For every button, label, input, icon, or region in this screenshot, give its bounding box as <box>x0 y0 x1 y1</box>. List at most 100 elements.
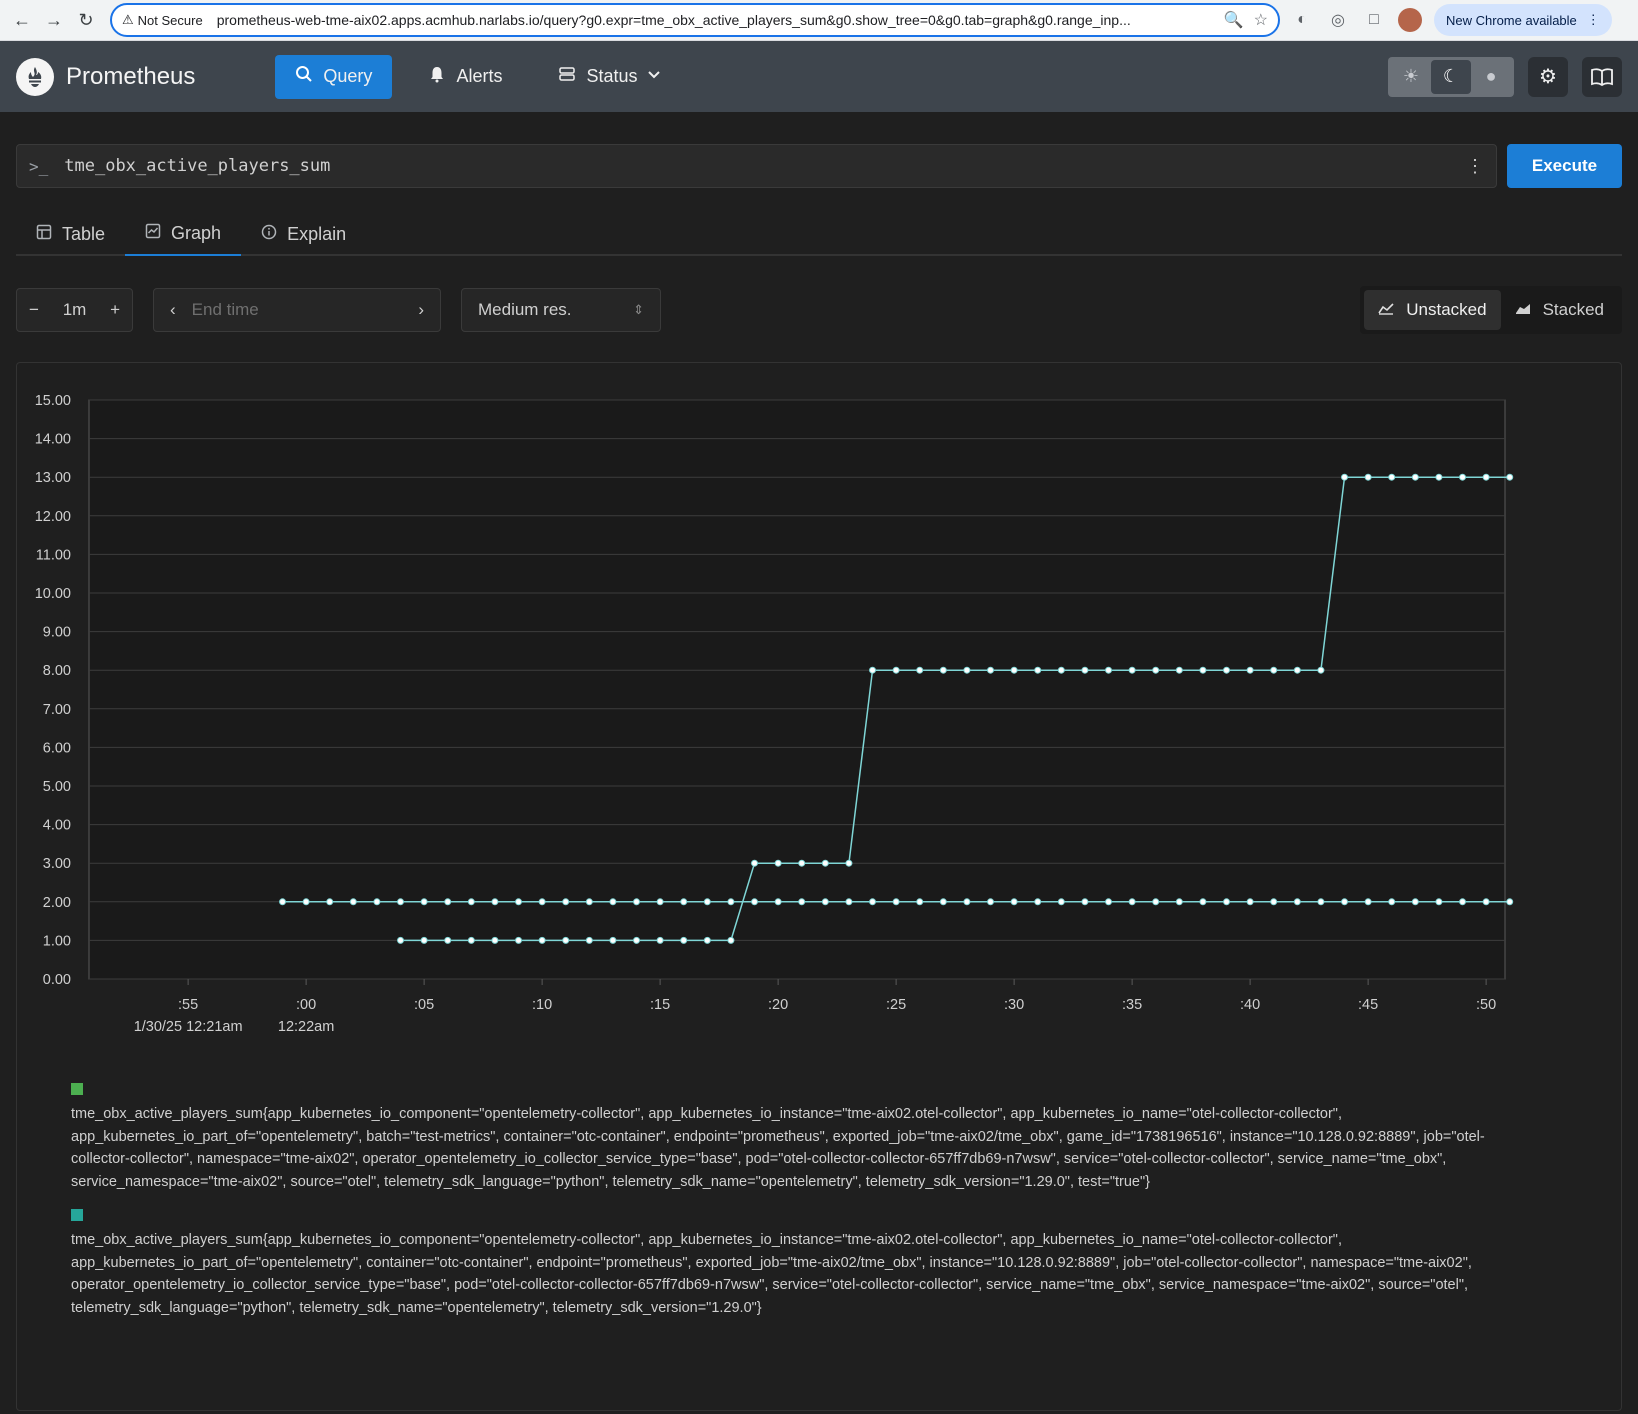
data-point <box>1506 473 1514 481</box>
tab-graph[interactable]: Graph <box>125 212 242 256</box>
sun-icon[interactable]: ☀ <box>1391 60 1431 94</box>
plot-area <box>88 399 1506 980</box>
data-point <box>420 898 428 906</box>
plus-icon[interactable]: + <box>110 300 120 320</box>
select-arrows-icon: ⇕ <box>633 302 644 317</box>
reload-icon[interactable]: ↻ <box>72 6 100 34</box>
moon-icon[interactable]: ☾ <box>1431 59 1471 94</box>
browser-toolbar: ← → ↻ ⚠ Not Secure prometheus-web-tme-ai… <box>0 0 1638 41</box>
data-point <box>1341 473 1349 481</box>
y-tick-label: 5.00 <box>43 779 71 795</box>
nav-alerts[interactable]: Alerts <box>408 55 522 99</box>
data-point <box>1034 898 1042 906</box>
legend-label: tme_obx_active_players_sum{app_kubernete… <box>71 1232 1472 1316</box>
data-point <box>1435 898 1443 906</box>
x-tick-label: :05 <box>414 997 434 1013</box>
extension-icon[interactable]: ◐ <box>1288 6 1316 34</box>
data-point <box>467 898 475 906</box>
legend-swatch[interactable] <box>71 1209 83 1221</box>
y-tick-label: 15.00 <box>35 393 71 409</box>
data-point <box>467 936 475 944</box>
data-point <box>302 898 310 906</box>
data-point <box>1199 898 1207 906</box>
data-point <box>1034 666 1042 674</box>
data-point <box>963 666 971 674</box>
bell-icon <box>428 65 446 88</box>
star-icon[interactable]: ☆ <box>1254 10 1268 30</box>
data-point <box>515 898 523 906</box>
zoom-icon[interactable]: 🔍 <box>1224 10 1244 30</box>
data-point <box>680 936 688 944</box>
theme-switcher: ☀ ☾ ● <box>1388 56 1514 97</box>
resolution-select[interactable]: Medium res. ⇕ <box>461 288 661 332</box>
data-point <box>1223 666 1231 674</box>
data-point <box>1223 898 1231 906</box>
data-point <box>987 898 995 906</box>
user-icon[interactable]: ● <box>1471 60 1511 94</box>
data-point <box>845 898 853 906</box>
expression-input[interactable]: >_ tme_obx_active_players_sum ⋮ <box>16 144 1497 188</box>
puzzle-icon[interactable]: □ <box>1360 6 1388 34</box>
data-point <box>798 859 806 867</box>
legend-item[interactable]: tme_obx_active_players_sum{app_kubernete… <box>71 1083 1511 1193</box>
legend-item[interactable]: tme_obx_active_players_sum{app_kubernete… <box>71 1209 1511 1319</box>
x-tick-label: :45 <box>1358 997 1378 1013</box>
data-point <box>821 859 829 867</box>
server-icon <box>558 65 576 88</box>
tab-explain[interactable]: Explain <box>241 212 366 256</box>
range-value[interactable]: 1m <box>63 300 87 320</box>
execute-button[interactable]: Execute <box>1507 144 1622 188</box>
chevron-right-icon[interactable]: › <box>418 300 424 320</box>
settings-gear-icon[interactable]: ⚙ <box>1528 56 1568 97</box>
data-point <box>538 898 546 906</box>
data-point <box>774 859 782 867</box>
expression-text: tme_obx_active_players_sum <box>64 156 331 176</box>
nav-query[interactable]: Query <box>275 54 393 99</box>
table-icon <box>36 224 52 245</box>
x-tick-label: :35 <box>1122 997 1142 1013</box>
main-content: >_ tme_obx_active_players_sum ⋮ Execute … <box>0 144 1638 1411</box>
data-point <box>633 898 641 906</box>
data-point <box>373 898 381 906</box>
chevron-left-icon[interactable]: ‹ <box>170 300 176 320</box>
x-tick-label: :20 <box>768 997 788 1013</box>
nav-status[interactable]: Status <box>538 55 681 99</box>
x-date-label: 12:22am <box>278 1019 334 1035</box>
back-icon[interactable]: ← <box>8 6 36 34</box>
tab-table[interactable]: Table <box>16 212 125 256</box>
address-bar[interactable]: ⚠ Not Secure prometheus-web-tme-aix02.ap… <box>110 3 1280 37</box>
data-point <box>326 898 334 906</box>
unstacked-button[interactable]: Unstacked <box>1364 290 1501 330</box>
data-point <box>703 898 711 906</box>
end-time-picker[interactable]: ‹ End time › <box>153 288 441 332</box>
data-point <box>987 666 995 674</box>
data-point <box>821 898 829 906</box>
brand-title[interactable]: Prometheus <box>66 63 195 91</box>
data-point <box>1105 898 1113 906</box>
warning-icon: ⚠ <box>122 12 134 27</box>
data-point <box>1152 898 1160 906</box>
stacked-button[interactable]: Stacked <box>1501 290 1618 330</box>
chrome-update-button[interactable]: New Chrome available ⋮ <box>1434 4 1612 36</box>
data-point <box>609 936 617 944</box>
book-icon[interactable] <box>1582 56 1622 97</box>
graph-panel: 0.00 1.00 2.00 3.00 4.00 5.00 6.00 7.00 8.00 9.00… <box>16 362 1622 1411</box>
data-point <box>1459 473 1467 481</box>
data-point <box>1506 898 1514 906</box>
data-point <box>798 898 806 906</box>
x-tick-label: :30 <box>1004 997 1024 1013</box>
forward-icon[interactable]: → <box>40 6 68 34</box>
data-point <box>1317 898 1325 906</box>
extension-icon[interactable]: ◎ <box>1324 6 1352 34</box>
data-point <box>1270 666 1278 674</box>
data-point <box>1293 666 1301 674</box>
more-options-icon[interactable]: ⋮ <box>1466 156 1484 177</box>
avatar[interactable] <box>1398 8 1422 32</box>
time-series-chart[interactable]: 0.00 1.00 2.00 3.00 4.00 5.00 6.00 7.00 8.00 9.00… <box>17 363 1621 1063</box>
data-point <box>538 936 546 944</box>
security-indicator[interactable]: ⚠ Not Secure <box>122 12 203 28</box>
data-point <box>491 936 499 944</box>
legend-swatch[interactable] <box>71 1083 83 1095</box>
minus-icon[interactable]: − <box>29 300 39 320</box>
terminal-prompt-icon: >_ <box>29 156 49 176</box>
